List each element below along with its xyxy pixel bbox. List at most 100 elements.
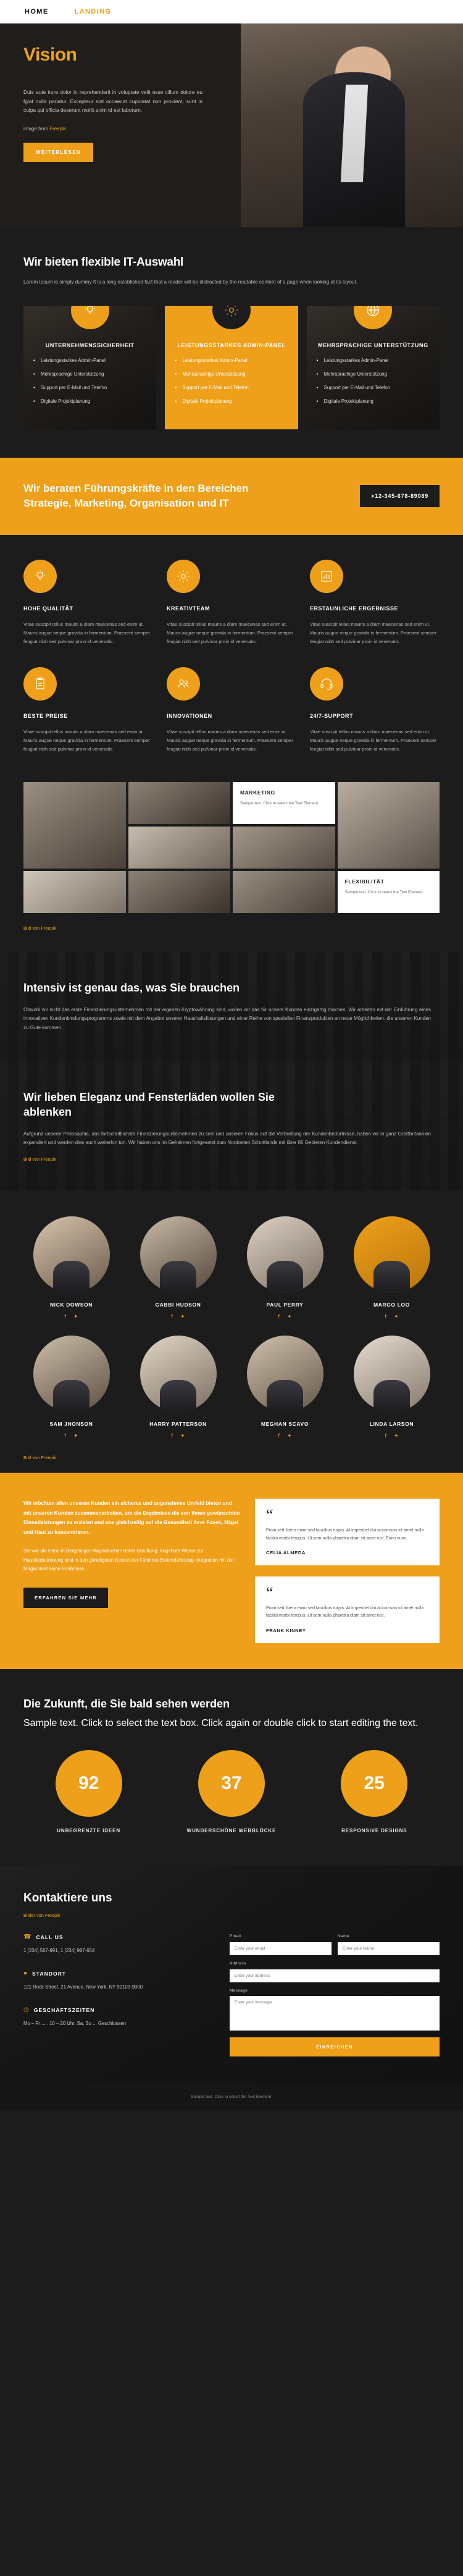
message-field-wrap: Message xyxy=(229,1989,440,2034)
avatar xyxy=(246,1336,323,1413)
portfolio-tile[interactable] xyxy=(233,871,335,914)
hero-image-businessman xyxy=(241,23,463,227)
list-item: Support per E-Mail und Telefon xyxy=(175,385,288,392)
freepik-link[interactable]: Freepik xyxy=(41,1156,56,1162)
contact-section: Kontaktiere uns Bilder von Freepik ☎ CAL… xyxy=(0,1865,463,2085)
member-socials: f ✦ xyxy=(237,1433,333,1439)
facebook-icon[interactable]: f xyxy=(385,1433,386,1439)
feature-title: BESTE PREISE xyxy=(23,713,68,720)
avatar xyxy=(353,1336,430,1413)
facebook-icon[interactable]: f xyxy=(171,1314,173,1320)
twitter-icon[interactable]: ✦ xyxy=(394,1314,399,1320)
list-item: Digitale Projektplanung xyxy=(33,398,146,405)
nav-item-landing[interactable]: LANDING xyxy=(75,8,112,15)
feature-text: Vitae suscipit tellus mauris a diam maec… xyxy=(310,621,436,645)
twitter-icon[interactable]: ✦ xyxy=(180,1314,185,1320)
offer-card-multilingual[interactable]: MEHRSPRACHIGE UNTERSTÜTZUNG Leistungssta… xyxy=(306,305,440,429)
counter-item: 92 UNBEGRENZTE IDEEN xyxy=(23,1749,154,1833)
feature-text: Vitae suscipit tellus mauris a diam maec… xyxy=(167,729,293,752)
testimonials-intro: Wir möchten allen unseren Kunden ein sic… xyxy=(23,1499,240,1643)
team-member: SAM JHONSON f ✦ xyxy=(23,1336,119,1439)
feature-innovations: INNOVATIONEN Vitae suscipit tellus mauri… xyxy=(167,667,296,754)
info-text: 1 (234) 567-891, 1 (234) 987-654 xyxy=(23,1947,95,1953)
banner-heading: Wir lieben Eleganz und Fensterläden woll… xyxy=(23,1091,275,1119)
avatar xyxy=(353,1216,430,1294)
portfolio-label-flexibility[interactable]: FLEXIBILITÄT Sample text. Click to selec… xyxy=(337,871,440,914)
facebook-icon[interactable]: f xyxy=(278,1314,280,1320)
freepik-link[interactable]: Freepik xyxy=(41,1455,56,1460)
member-name: GABBI HUDSON xyxy=(155,1302,201,1308)
feature-title: KREATIVTEAM xyxy=(167,605,210,612)
name-label: Name xyxy=(337,1934,350,1938)
people-icon xyxy=(167,667,200,701)
portfolio-tile[interactable] xyxy=(23,871,126,914)
team-member: GABBI HUDSON f ✦ xyxy=(130,1216,226,1320)
banner-text: Obwohl wir nicht das erste Finanzierungs… xyxy=(23,1006,431,1031)
phone-icon: ☎ xyxy=(23,1933,31,1940)
cta-phone-button[interactable]: +12-345-678-89089 xyxy=(360,485,440,508)
team-section: NICK DOWSON f ✦ GABBI HUDSON f ✦ PAUL PERR… xyxy=(0,1190,463,1473)
page-footer: Sample text. Click to select the Text El… xyxy=(0,2084,463,2110)
avatar xyxy=(246,1216,323,1294)
facebook-icon[interactable]: f xyxy=(64,1433,66,1439)
member-socials: f ✦ xyxy=(237,1314,333,1320)
feature-text: Vitae suscipit tellus mauris a diam maec… xyxy=(167,621,293,645)
facebook-icon[interactable]: f xyxy=(171,1433,173,1439)
contact-block-hours: ◷ GESCHÄFTSZEITEN Mo – Fr ..... 10 – 20 … xyxy=(23,2007,211,2027)
contact-form: Email Name Address Message EINREIC xyxy=(229,1934,440,2056)
portfolio-tile[interactable] xyxy=(337,782,440,869)
offer-card-admin-panel[interactable]: LEISTUNGSSTARKES ADMIN-PANEL Leistungsst… xyxy=(165,305,298,429)
avatar xyxy=(33,1216,110,1294)
twitter-icon[interactable]: ✦ xyxy=(73,1433,78,1439)
name-input[interactable] xyxy=(337,1942,440,1955)
info-text: Mo – Fr ..... 10 – 20 Uhr, Sa, So ... Ge… xyxy=(23,2021,126,2027)
contact-block-location: ● STANDORT 121 Rock Street, 21 Avenue, N… xyxy=(23,1969,211,1991)
portfolio-label-marketing[interactable]: MARKETING Sample text. Click to select t… xyxy=(233,782,335,825)
message-input[interactable] xyxy=(229,1995,440,2031)
lightbulb-icon xyxy=(23,560,57,594)
team-grid: NICK DOWSON f ✦ GABBI HUDSON f ✦ PAUL PERR… xyxy=(23,1216,440,1439)
hero-image-credit: image from Freepik xyxy=(23,126,66,132)
testimonial-quotes: “ Proin sed libero enim sed faucibus tur… xyxy=(255,1499,440,1643)
quote-author: FRANK KINNEY xyxy=(266,1627,306,1633)
counter-value: 92 xyxy=(55,1749,122,1817)
info-title: CALL US xyxy=(36,1934,64,1940)
member-name: HARRY PATTERSON xyxy=(149,1421,207,1428)
twitter-icon[interactable]: ✦ xyxy=(287,1314,292,1320)
offer-section: Wir bieten flexible IT-Auswahl Lorem Ips… xyxy=(0,227,463,458)
facebook-icon[interactable]: f xyxy=(385,1314,386,1320)
banner-intensive: Intensiv ist genau das, was Sie brauchen… xyxy=(0,952,463,1061)
features-section: HOHE QUALITÄT Vitae suscipit tellus maur… xyxy=(0,535,463,782)
learn-more-button[interactable]: ERFAHREN SIE MEHR xyxy=(23,1587,108,1608)
twitter-icon[interactable]: ✦ xyxy=(73,1314,78,1320)
freepik-link[interactable]: Freepik xyxy=(45,1913,60,1918)
tile-title: FLEXIBILITÄT xyxy=(344,878,385,885)
facebook-icon[interactable]: f xyxy=(278,1433,280,1439)
cta-heading: Wir beraten Führungskräfte in den Bereic… xyxy=(23,482,249,510)
portfolio-tile[interactable] xyxy=(23,782,126,869)
twitter-icon[interactable]: ✦ xyxy=(180,1433,185,1439)
avatar xyxy=(140,1336,217,1413)
offer-card-security[interactable]: UNTERNEHMENSSICHERHEIT Leistungsstarkes … xyxy=(23,305,157,429)
hero-read-more-button[interactable]: WEITERLESEN xyxy=(23,143,94,162)
pin-icon: ● xyxy=(23,1969,28,1977)
portfolio-tile[interactable] xyxy=(128,827,230,869)
feature-text: Vitae suscipit tellus mauris a diam maec… xyxy=(23,729,150,752)
freepik-link[interactable]: Freepik xyxy=(49,126,66,132)
submit-button[interactable]: EINREICHEN xyxy=(229,2037,440,2056)
portfolio-tile[interactable] xyxy=(128,871,230,914)
quote-text: Proin sed libero enim sed faucibus turpi… xyxy=(266,1528,424,1541)
twitter-icon[interactable]: ✦ xyxy=(394,1433,399,1439)
nav-item-home[interactable]: HOME xyxy=(25,8,49,15)
member-name: SAM JHONSON xyxy=(49,1421,93,1428)
portfolio-tile[interactable] xyxy=(233,827,335,869)
facebook-icon[interactable]: f xyxy=(64,1314,66,1320)
quote-icon: “ xyxy=(266,1583,273,1602)
mosaic-credit: Bild von Freepik xyxy=(23,925,57,932)
freepik-link[interactable]: Freepik xyxy=(41,925,56,931)
portfolio-tile[interactable] xyxy=(128,782,230,825)
twitter-icon[interactable]: ✦ xyxy=(287,1433,292,1439)
lightbulb-icon xyxy=(70,305,109,329)
email-input[interactable] xyxy=(229,1942,332,1955)
address-input[interactable] xyxy=(229,1969,440,1982)
